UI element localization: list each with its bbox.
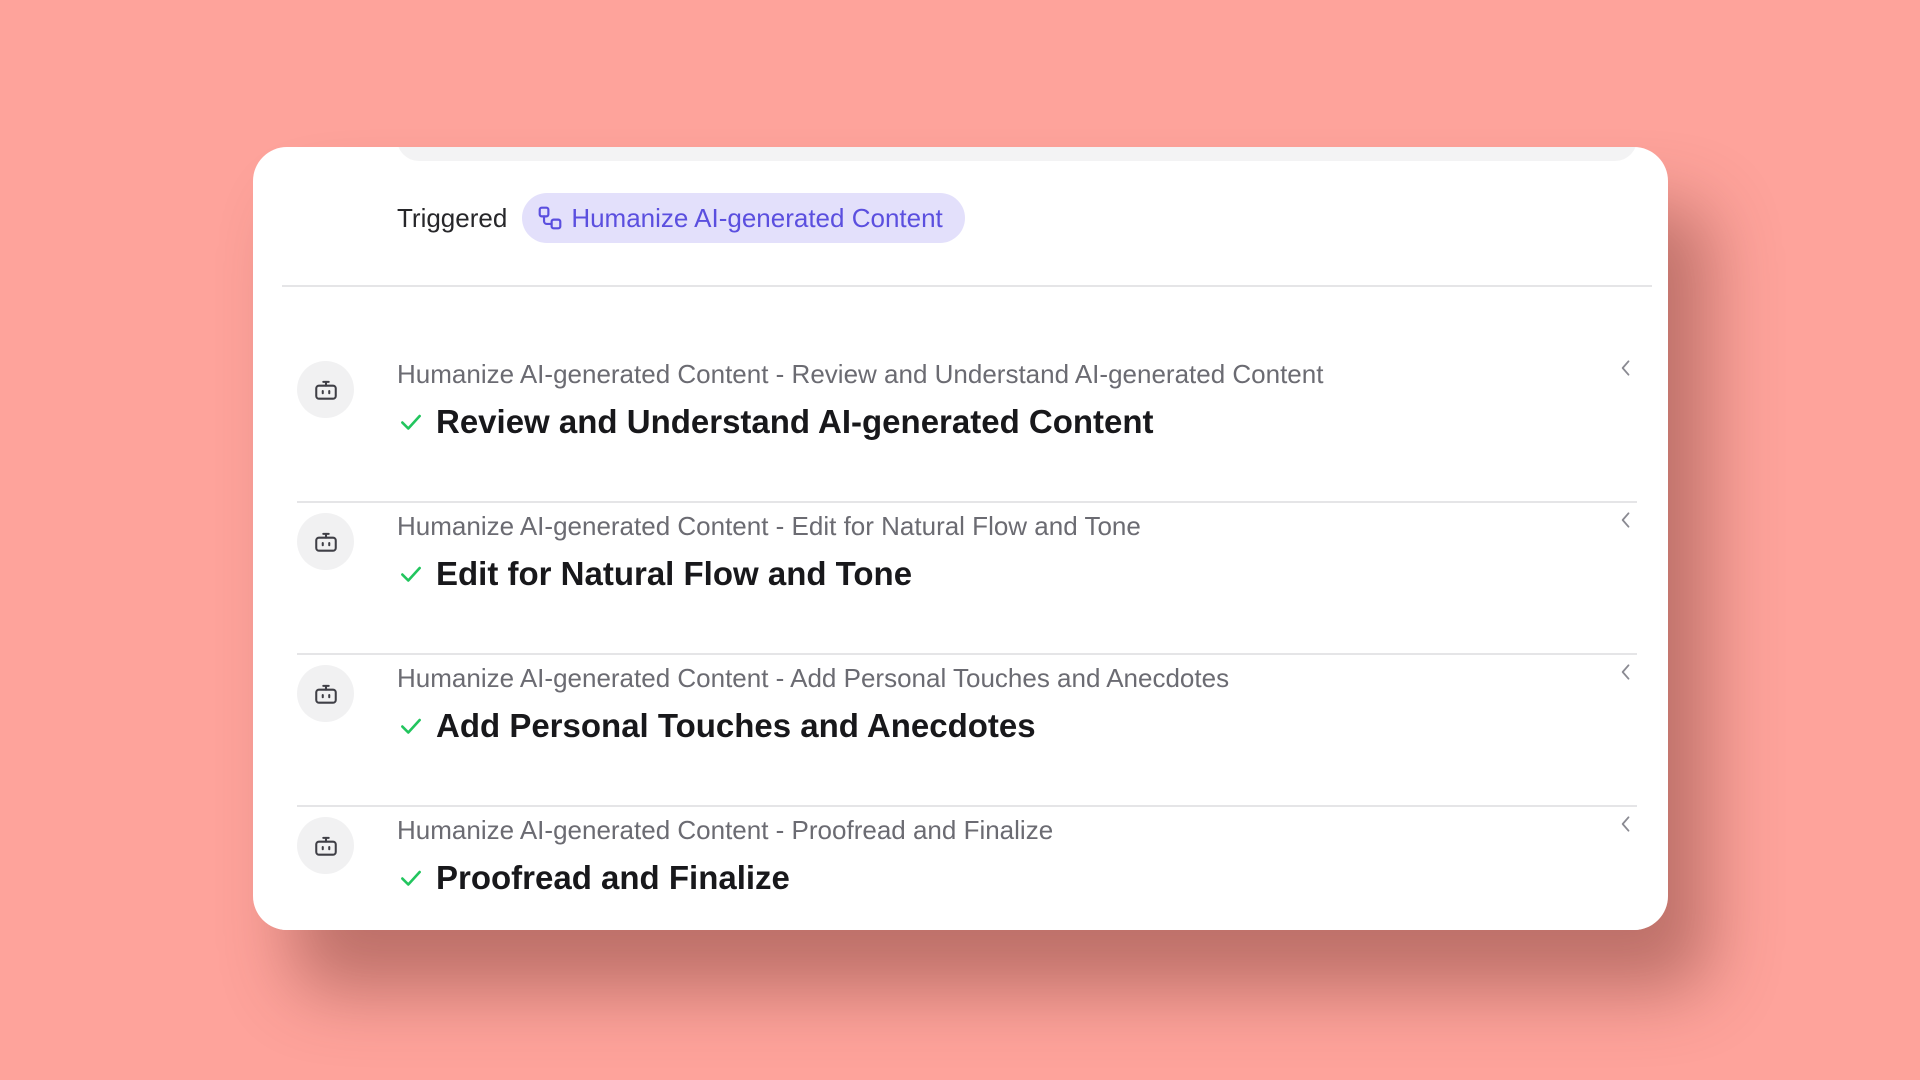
chevron-left-icon[interactable] — [1615, 661, 1637, 683]
workflow-name: Humanize AI-generated Content — [571, 202, 943, 233]
previous-panel-edge — [397, 147, 1637, 161]
step-list: Humanize AI-generated Content - Review a… — [297, 351, 1637, 930]
step-item[interactable]: Humanize AI-generated Content - Review a… — [297, 351, 1637, 503]
robot-icon — [297, 361, 354, 418]
step-item[interactable]: Humanize AI-generated Content - Proofrea… — [297, 807, 1637, 930]
step-title: Add Personal Touches and Anecdotes — [436, 707, 1036, 744]
step-subtitle: Humanize AI-generated Content - Proofrea… — [397, 815, 1054, 845]
step-title-row: Review and Understand AI-generated Conte… — [397, 403, 1154, 441]
step-subtitle: Humanize AI-generated Content - Review a… — [397, 359, 1324, 389]
check-icon — [397, 712, 425, 740]
workflow-pill[interactable]: Humanize AI-generated Content — [522, 193, 965, 243]
robot-icon — [297, 513, 354, 570]
step-item[interactable]: Humanize AI-generated Content - Add Pers… — [297, 655, 1637, 807]
step-title-row: Edit for Natural Flow and Tone — [397, 555, 912, 593]
check-icon — [397, 864, 425, 892]
step-subtitle: Humanize AI-generated Content - Edit for… — [397, 511, 1141, 541]
trigger-row: Triggered Humanize AI-generated Content — [397, 193, 965, 243]
check-icon — [397, 560, 425, 588]
check-icon — [397, 408, 425, 436]
step-item[interactable]: Humanize AI-generated Content - Edit for… — [297, 503, 1637, 655]
workflow-icon — [537, 205, 563, 231]
robot-icon — [297, 665, 354, 722]
section-divider — [282, 285, 1652, 287]
chevron-left-icon[interactable] — [1615, 509, 1637, 531]
workflow-run-card: Triggered Humanize AI-generated Content — [253, 147, 1668, 930]
step-title-row: Add Personal Touches and Anecdotes — [397, 707, 1036, 745]
step-title: Proofread and Finalize — [436, 859, 790, 896]
chevron-left-icon[interactable] — [1615, 813, 1637, 835]
step-subtitle: Humanize AI-generated Content - Add Pers… — [397, 663, 1230, 693]
robot-icon — [297, 817, 354, 874]
step-title: Review and Understand AI-generated Conte… — [436, 403, 1154, 440]
chevron-left-icon[interactable] — [1615, 357, 1637, 379]
triggered-label: Triggered — [397, 202, 508, 233]
step-title-row: Proofread and Finalize — [397, 859, 790, 897]
step-title: Edit for Natural Flow and Tone — [436, 555, 913, 592]
